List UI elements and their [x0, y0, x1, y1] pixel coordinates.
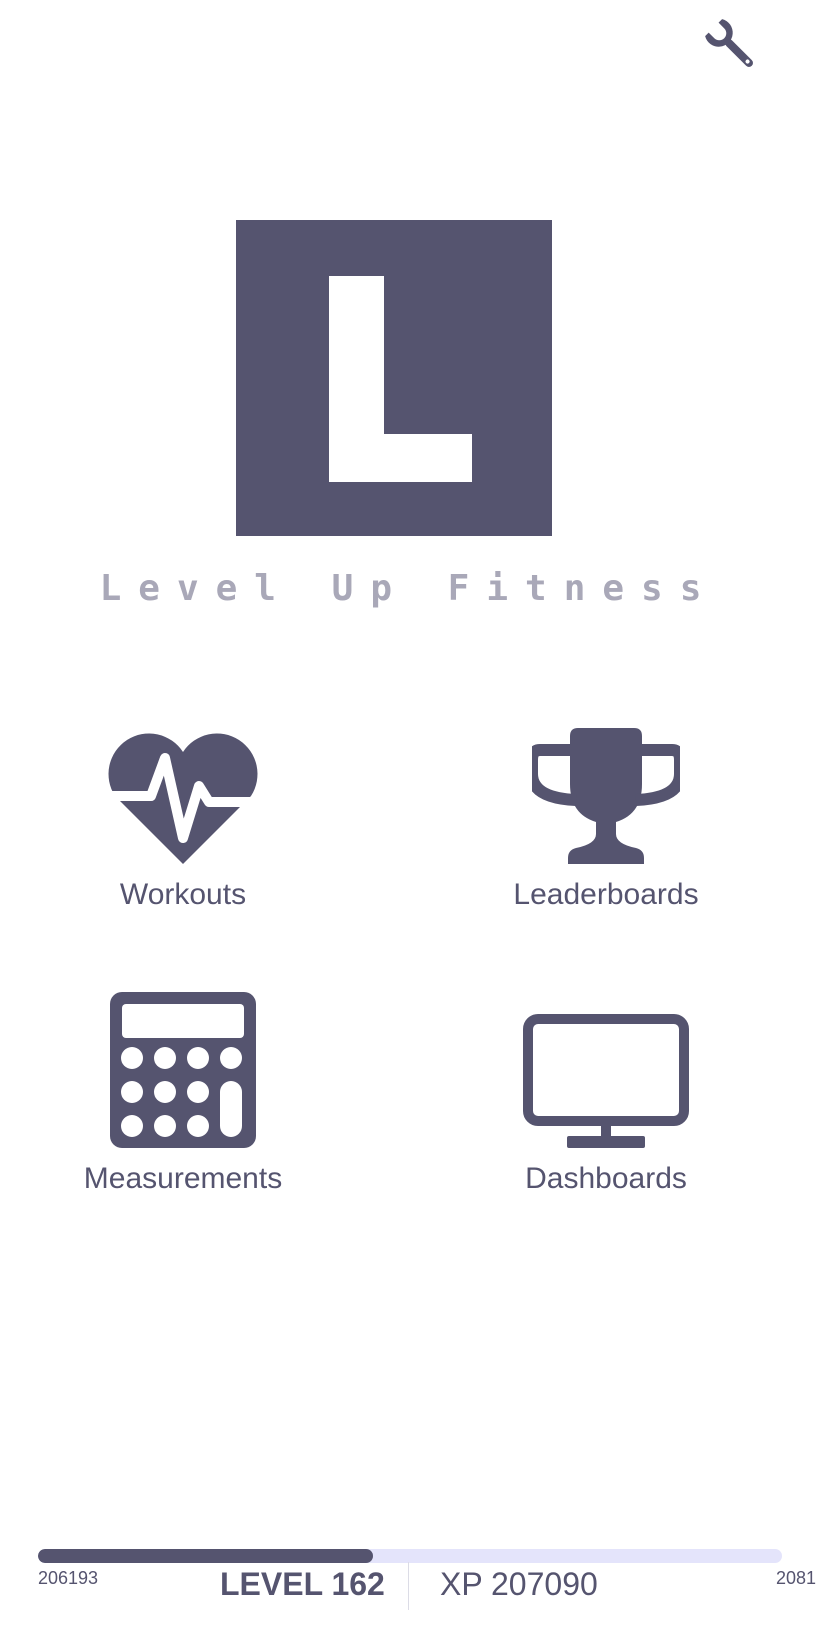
app-logo	[236, 220, 552, 536]
calculator-icon	[110, 992, 256, 1148]
heartbeat-icon	[105, 733, 261, 864]
xp-progress-bar	[38, 1549, 782, 1563]
settings-button[interactable]	[700, 14, 764, 78]
xp-progress-fill	[38, 1549, 373, 1563]
leaderboards-button[interactable]: Leaderboards	[456, 724, 756, 912]
xp-level-start: 206193	[38, 1568, 99, 1588]
app-name: Level Up Fitness	[99, 568, 719, 609]
workouts-button[interactable]: Workouts	[33, 724, 333, 912]
xp-level-end: 2081	[775, 1568, 816, 1588]
monitor-icon	[523, 1014, 689, 1148]
level-label: LEVEL 162	[220, 1566, 385, 1602]
dashboards-label: Dashboards	[525, 1162, 687, 1195]
wrench-icon	[705, 19, 753, 67]
leaderboards-label: Leaderboards	[513, 878, 699, 911]
dashboards-button[interactable]: Dashboards	[456, 1008, 756, 1196]
measurements-button[interactable]: Measurements	[33, 992, 333, 1196]
divider	[408, 1562, 409, 1610]
workouts-label: Workouts	[119, 878, 247, 911]
xp-label: XP 207090	[440, 1566, 598, 1602]
trophy-icon	[532, 728, 680, 864]
measurements-label: Measurements	[83, 1162, 283, 1195]
